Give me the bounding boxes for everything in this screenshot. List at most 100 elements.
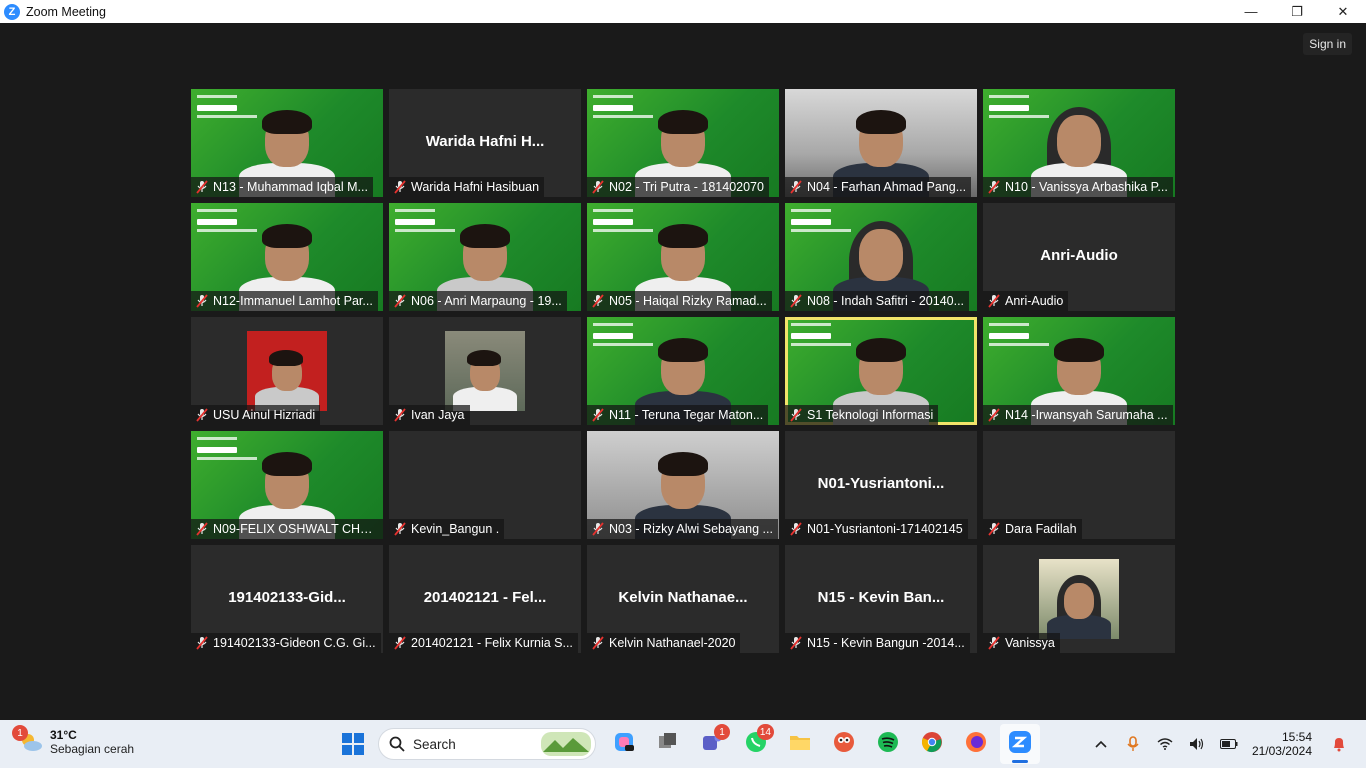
participant-tile[interactable]: N05 - Haiqal Rizky Ramad... [587,203,779,311]
participant-name-label: N03 - Rizky Alwi Sebayang ... [587,519,778,539]
start-button[interactable] [336,727,370,761]
muted-mic-icon [591,636,605,650]
participant-tile[interactable]: Kelvin Nathanae... Kelvin Nathanael-2020 [587,545,779,653]
participant-name-label: N15 - Kevin Bangun -2014... [785,633,970,653]
participant-display-name: Anri-Audio [1040,247,1118,264]
taskbar-app-spotify[interactable] [868,724,908,764]
muted-mic-icon [591,294,605,308]
title-bar: Z Zoom Meeting — ❐ ✕ [0,0,1366,23]
volume-icon[interactable] [1184,731,1210,757]
maximize-button[interactable]: ❐ [1274,0,1320,23]
system-tray: 15:54 21/03/2024 [1088,720,1366,768]
taskbar-app-zoom[interactable] [1000,724,1040,764]
participant-tile[interactable]: S1 Teknologi Informasi [785,317,977,425]
taskbar-app-file-explorer[interactable] [780,724,820,764]
participant-name: N04 - Farhan Ahmad Pang... [807,180,967,194]
active-indicator [1012,760,1028,763]
muted-mic-icon [789,522,803,536]
participant-tile[interactable]: N06 - Anri Marpaung - 19... [389,203,581,311]
notification-bell-icon[interactable] [1326,731,1352,757]
participant-tile[interactable]: N15 - Kevin Ban... N15 - Kevin Bangun -20… [785,545,977,653]
participant-name-label: 201402121 - Felix Kurnia S... [389,633,578,653]
banner-tag [593,105,633,111]
participant-tile[interactable]: N03 - Rizky Alwi Sebayang ... [587,431,779,539]
participant-name-label: N09-FELIX OSHWALT CHRI... [191,519,383,539]
banner-tag [791,219,831,225]
participant-tile[interactable]: USU Ainul Hizriadi [191,317,383,425]
participant-name-label: Anri-Audio [983,291,1069,311]
participant-tile[interactable]: Vanissya [983,545,1175,653]
muted-mic-icon [789,408,803,422]
close-button[interactable]: ✕ [1320,0,1366,23]
participant-name: N12-Immanuel Lamhot Par... [213,294,373,308]
participant-tile[interactable]: N13 - Muhammad Iqbal M... [191,89,383,197]
participant-name: Vanissya [1005,636,1055,650]
muted-mic-icon [195,636,209,650]
participant-tile[interactable]: N11 - Teruna Tegar Maton... [587,317,779,425]
banner-logo [791,209,831,212]
muted-mic-icon [591,408,605,422]
participant-name-label: Kevin_Bangun . [389,519,505,539]
muted-mic-icon [195,522,209,536]
participant-tile[interactable]: N02 - Tri Putra - 181402070 [587,89,779,197]
banner-logo [989,95,1029,98]
wifi-icon[interactable] [1152,731,1178,757]
participant-name-label: Kelvin Nathanael-2020 [587,633,741,653]
participant-tile[interactable]: Anri-Audio Anri-Audio [983,203,1175,311]
participant-name: 201402121 - Felix Kurnia S... [411,636,573,650]
microphone-icon[interactable] [1120,731,1146,757]
muted-mic-icon [393,180,407,194]
taskbar-apps: 1 14 [600,724,1040,764]
sign-in-button[interactable]: Sign in [1303,33,1352,55]
participant-display-name: 201402121 - Fel... [423,589,547,606]
taskbar-app-teams[interactable]: 1 [692,724,732,764]
taskbar-app-copilot[interactable] [604,724,644,764]
muted-mic-icon [195,180,209,194]
clock-time: 15:54 [1281,730,1312,744]
participant-tile[interactable]: Warida Hafni H... Warida Hafni Hasibuan [389,89,581,197]
participant-tile[interactable]: Ivan Jaya [389,317,581,425]
participant-display-name: N01-Yusriantoni... [817,475,945,492]
taskbar-search[interactable]: Search [378,728,596,760]
participant-tile[interactable]: 191402133-Gid... 191402133-Gideon C.G. Gi… [191,545,383,653]
muted-mic-icon [789,636,803,650]
taskbar-app-firefox[interactable] [956,724,996,764]
minimize-button[interactable]: — [1228,0,1274,23]
banner-tag [197,219,237,225]
profile-photo [445,331,525,411]
notification-badge: 14 [756,724,774,740]
participant-tile[interactable]: 201402121 - Fel... 201402121 - Felix Kurn… [389,545,581,653]
taskbar-clock[interactable]: 15:54 21/03/2024 [1252,730,1312,758]
participant-tile[interactable]: N08 - Indah Safitri - 20140... [785,203,977,311]
taskbar-app-task-view[interactable] [648,724,688,764]
participant-tile[interactable]: N01-Yusriantoni... N01-Yusriantoni-171402… [785,431,977,539]
weather-widget[interactable]: 1 31°C Sebagian cerah [12,725,134,756]
participant-name: N15 - Kevin Bangun -2014... [807,636,965,650]
banner-tag [989,333,1029,339]
participant-name-label: N02 - Tri Putra - 181402070 [587,177,769,197]
participant-tile[interactable]: N04 - Farhan Ahmad Pang... [785,89,977,197]
participant-tile[interactable]: N09-FELIX OSHWALT CHRI... [191,431,383,539]
participant-name-label: N12-Immanuel Lamhot Par... [191,291,378,311]
banner-tag [791,333,831,339]
search-placeholder: Search [413,736,456,752]
participant-name: Kevin_Bangun . [411,522,500,536]
muted-mic-icon [195,294,209,308]
taskbar-app-chrome[interactable] [912,724,952,764]
participant-tile[interactable]: N10 - Vanissya Arbashika P... [983,89,1175,197]
participant-tile[interactable]: Dara Fadilah [983,431,1175,539]
taskbar-app-whatsapp[interactable]: 14 [736,724,776,764]
participant-tile[interactable]: N14 -Irwansyah Sarumaha ... [983,317,1175,425]
taskbar-app-photo-app[interactable] [824,724,864,764]
banner-tag [395,219,435,225]
chevron-up-icon[interactable] [1088,731,1114,757]
muted-mic-icon [393,636,407,650]
window-controls: — ❐ ✕ [1228,0,1366,23]
participant-name: Anri-Audio [1005,294,1064,308]
participant-name-label: Vanissya [983,633,1060,653]
participant-tile[interactable]: N12-Immanuel Lamhot Par... [191,203,383,311]
participant-tile[interactable]: Kevin_Bangun . [389,431,581,539]
battery-icon[interactable] [1216,731,1242,757]
participant-name: N10 - Vanissya Arbashika P... [1005,180,1168,194]
participant-display-name: Warida Hafni H... [425,133,545,150]
